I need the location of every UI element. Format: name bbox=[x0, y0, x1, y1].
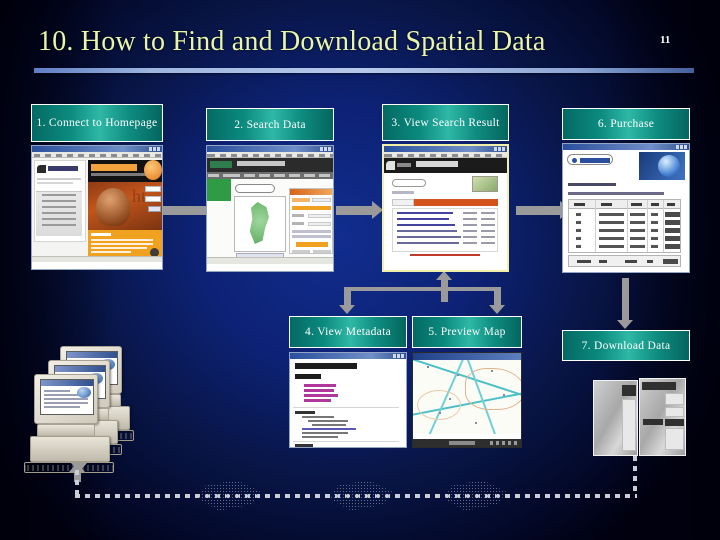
search-result-browser-screenshot bbox=[382, 144, 509, 272]
browser-titlebar bbox=[384, 146, 507, 152]
step-card-3[interactable]: 3. View Search Result bbox=[382, 104, 509, 272]
browser-content bbox=[384, 158, 507, 264]
dotted-path-vertical-right bbox=[633, 456, 637, 496]
step-label-5: 5. Preview Map bbox=[412, 316, 522, 348]
map-sheet-1 bbox=[198, 478, 260, 512]
browser-content bbox=[563, 150, 689, 272]
step-card-5[interactable]: 5. Preview Map bbox=[412, 316, 522, 448]
browser-content bbox=[207, 158, 333, 264]
server-rack-left bbox=[593, 380, 638, 456]
map-preview-screenshot bbox=[412, 352, 522, 448]
browser-content: ht bbox=[32, 158, 162, 262]
flow-arrow-into-step3 bbox=[436, 271, 452, 302]
step-card-2[interactable]: 2. Search Data bbox=[206, 108, 334, 272]
step-card-6[interactable]: 6. Purchase bbox=[562, 108, 690, 273]
homepage-browser-screenshot: ht bbox=[31, 145, 163, 270]
step-label-2: 2. Search Data bbox=[206, 108, 334, 141]
step-card-7[interactable]: 7. Download Data bbox=[562, 330, 690, 361]
flow-arrow-step3-to-step6 bbox=[516, 201, 571, 219]
flow-arrow-to-step4 bbox=[339, 287, 355, 314]
page-number: 11 bbox=[660, 34, 671, 46]
search-data-browser-screenshot bbox=[206, 145, 334, 272]
dotted-path-vertical-left bbox=[75, 470, 79, 496]
title-divider-rule bbox=[34, 68, 694, 73]
purchase-table-screenshot bbox=[562, 143, 690, 273]
flow-arrow-to-step5 bbox=[489, 287, 505, 314]
step-label-6: 6. Purchase bbox=[562, 108, 690, 140]
step-card-1[interactable]: 1. Connect to Homepage ht bbox=[31, 104, 163, 270]
step-card-4[interactable]: 4. View Metadata bbox=[289, 316, 407, 448]
step-label-4: 4. View Metadata bbox=[289, 316, 407, 348]
server-rack-right bbox=[639, 378, 686, 456]
flow-arrow-step1-to-step2 bbox=[158, 201, 217, 219]
page-title: 10. How to Find and Download Spatial Dat… bbox=[38, 26, 546, 57]
flow-arrow-step2-to-step3 bbox=[336, 201, 383, 219]
map-sheet-3 bbox=[444, 478, 506, 512]
flow-connector-horizontal-step45 bbox=[344, 287, 498, 291]
document-content bbox=[290, 359, 406, 447]
step-label-1: 1. Connect to Homepage bbox=[31, 104, 163, 142]
map-sheet-2 bbox=[330, 478, 392, 512]
browser-titlebar bbox=[32, 146, 162, 152]
flow-arrow-step6-to-step7 bbox=[617, 278, 633, 329]
browser-titlebar bbox=[207, 146, 333, 152]
metadata-document-screenshot bbox=[289, 352, 407, 448]
map-canvas bbox=[413, 360, 521, 434]
step-label-7: 7. Download Data bbox=[562, 330, 690, 361]
step-label-3: 3. View Search Result bbox=[382, 104, 509, 141]
